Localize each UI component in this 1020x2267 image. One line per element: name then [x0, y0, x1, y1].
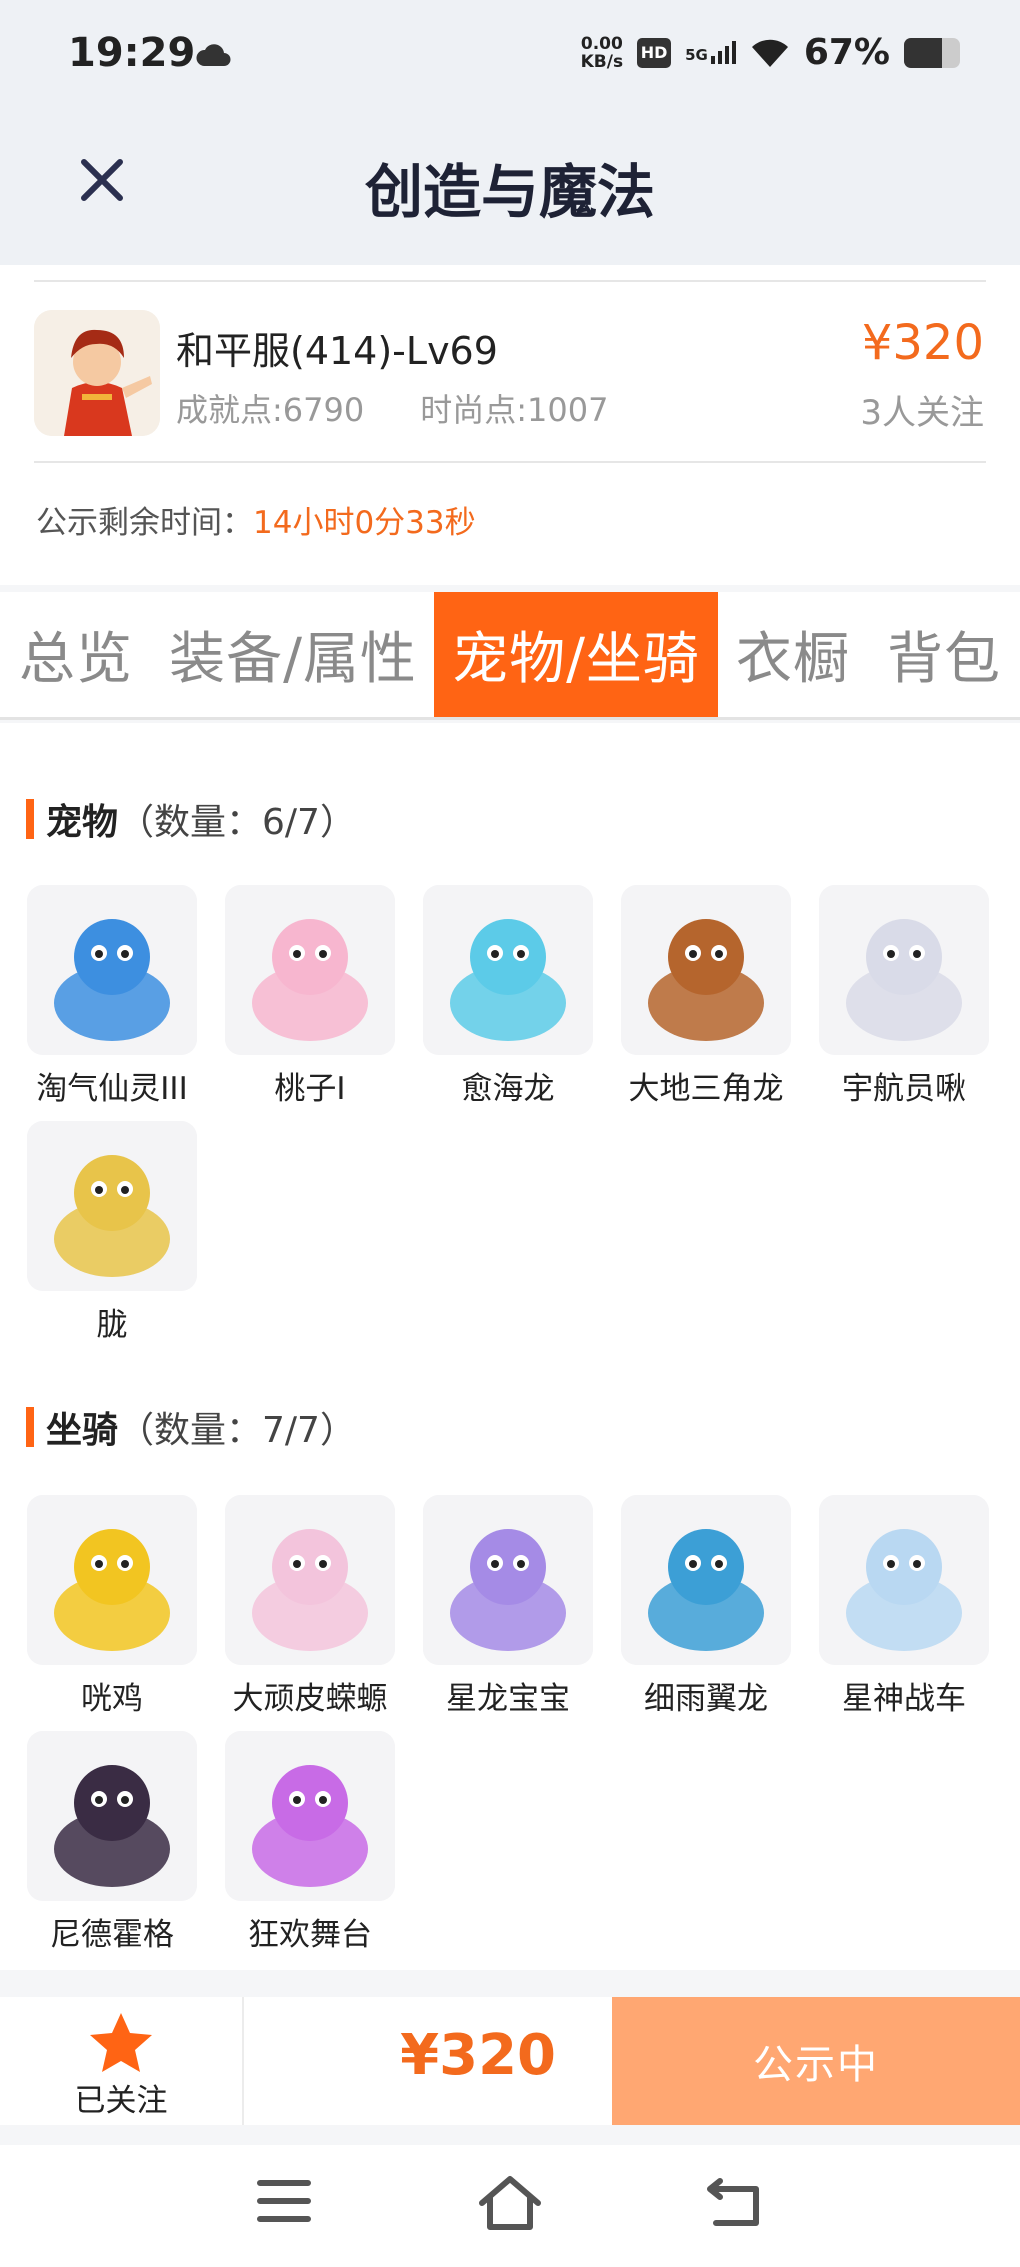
item-name: 星神战车: [842, 1681, 966, 1717]
pet-item[interactable]: 胧: [27, 1121, 197, 1344]
pet-item[interactable]: 桃子I: [225, 885, 395, 1108]
section-marker: [26, 799, 34, 839]
pets-mounts-panel: 宠物 （数量：6/7） 淘气仙灵III 桃子I 愈海龙 大地三角龙 宇航员啾胧 坐骑 （…: [0, 723, 1020, 1970]
pet-item[interactable]: 淘气仙灵III: [27, 885, 197, 1108]
avatar: [34, 310, 160, 436]
pet-item[interactable]: 愈海龙: [423, 885, 593, 1108]
title-bar: 创造与魔法: [0, 110, 1020, 265]
item-name: 星龙宝宝: [446, 1681, 570, 1717]
section-marker: [26, 1407, 34, 1447]
divider: [34, 280, 986, 282]
item-name: 淘气仙灵III: [36, 1071, 188, 1107]
item-name: 宇航员啾: [842, 1071, 966, 1107]
tab-overview[interactable]: 总览: [0, 592, 152, 717]
notice-remaining-time: 公示剩余时间：14小时0分33秒: [36, 505, 476, 541]
star-dragon-mount-icon: [423, 1495, 593, 1665]
item-name: 尼德霍格: [50, 1917, 174, 1953]
back-icon[interactable]: [706, 2173, 766, 2229]
item-name: 桃子I: [274, 1071, 346, 1107]
star-icon: [90, 2013, 152, 2072]
system-nav-bar: [0, 2145, 1020, 2267]
item-name: 胧: [96, 1307, 128, 1343]
pet-item[interactable]: 大地三角龙: [621, 885, 791, 1108]
celestial-horse-mount-icon: [819, 1495, 989, 1665]
bottom-action-bar: 已关注 ¥320 公示中: [0, 1997, 1020, 2125]
pink-cat-pet-icon: [225, 885, 395, 1055]
signal-icon: 5G: [685, 41, 736, 64]
mount-item[interactable]: 咣鸡: [27, 1495, 197, 1718]
sea-dragon-pet-icon: [423, 885, 593, 1055]
home-icon[interactable]: [478, 2173, 542, 2233]
divider: [242, 1997, 244, 2125]
network-speed: 0.00 KB/s: [580, 33, 624, 72]
follow-button[interactable]: 已关注: [0, 1997, 242, 2125]
mount-item[interactable]: 大顽皮蝾螈: [225, 1495, 395, 1718]
black-dragon-mount-icon: [27, 1731, 197, 1901]
astronaut-pet-icon: [819, 885, 989, 1055]
blue-dog-pet-icon: [27, 885, 197, 1055]
mount-item[interactable]: 星龙宝宝: [423, 1495, 593, 1718]
yellow-chicken-mount-icon: [27, 1495, 197, 1665]
status-button[interactable]: 公示中: [612, 1997, 1020, 2125]
battery-percent: 67%: [803, 32, 890, 73]
account-card: 和平服(414)-Lv69 成就点:6790 时尚点:1007 ¥320 3人关…: [0, 265, 1020, 585]
page-title: 创造与魔法: [364, 158, 655, 226]
mount-item[interactable]: 狂欢舞台: [225, 1731, 395, 1954]
pet-item[interactable]: 宇航员啾: [819, 885, 989, 1108]
wifi-icon: [751, 39, 788, 67]
follower-count: 3人关注: [860, 393, 984, 433]
status-time: 19:29: [68, 30, 196, 76]
account-price: ¥320: [861, 315, 984, 371]
hd-icon: HD: [637, 37, 672, 68]
account-stats: 成就点:6790 时尚点:1007: [176, 385, 608, 431]
pterosaur-mount-icon: [621, 1495, 791, 1665]
tab-pets-mounts[interactable]: 宠物/坐骑: [434, 592, 718, 717]
carnival-stage-mount-icon: [225, 1731, 395, 1901]
tab-equipment[interactable]: 装备/属性: [152, 592, 434, 717]
item-name: 愈海龙: [461, 1071, 555, 1107]
item-name: 细雨翼龙: [644, 1681, 768, 1717]
item-name: 狂欢舞台: [248, 1917, 372, 1953]
bottom-price: ¥320: [400, 2023, 556, 2088]
status-bar: 19:29 0.00 KB/s HD 5G 67%: [0, 0, 1020, 110]
menu-icon[interactable]: [256, 2173, 312, 2229]
tab-bar: 总览 装备/属性 宠物/坐骑 衣橱 背包: [0, 592, 1020, 720]
item-name: 咣鸡: [81, 1681, 143, 1717]
pets-section-header: 宠物 （数量：6/7）: [26, 793, 356, 845]
mount-item[interactable]: 细雨翼龙: [621, 1495, 791, 1718]
divider: [34, 461, 986, 463]
cloud-icon: [196, 44, 231, 66]
item-name: 大顽皮蝾螈: [232, 1681, 388, 1717]
golden-spirit-pet-icon: [27, 1121, 197, 1291]
tab-wardrobe[interactable]: 衣橱: [718, 592, 868, 717]
axolotl-mount-icon: [225, 1495, 395, 1665]
tab-backpack[interactable]: 背包: [868, 592, 1020, 717]
battery-icon: [904, 37, 960, 68]
item-name: 大地三角龙: [628, 1071, 784, 1107]
achievement-points: 成就点:6790: [176, 391, 365, 429]
mount-item[interactable]: 尼德霍格: [27, 1731, 197, 1954]
fashion-points: 时尚点:1007: [420, 391, 609, 429]
account-name: 和平服(414)-Lv69: [176, 329, 498, 373]
mount-item[interactable]: 星神战车: [819, 1495, 989, 1718]
mounts-section-header: 坐骑 （数量：7/7）: [26, 1401, 356, 1453]
triceratops-pet-icon: [621, 885, 791, 1055]
